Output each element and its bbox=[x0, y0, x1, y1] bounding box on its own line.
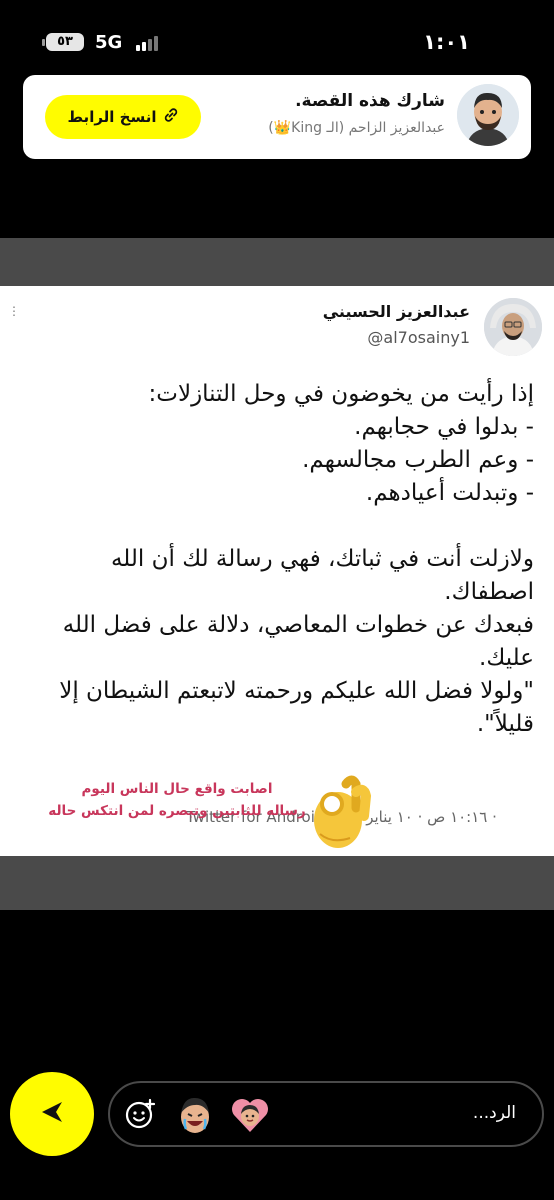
tweet-line: عليك. bbox=[479, 645, 534, 671]
more-icon: ⋮ bbox=[8, 304, 21, 318]
tweet-line: "ولولا فضل الله عليكم ورحمته لاتبعتم الش… bbox=[59, 678, 534, 704]
caption-line-1: اصابت واقع حال الناس اليوم bbox=[81, 781, 273, 797]
reply-placeholder: الرد... bbox=[472, 1103, 516, 1123]
tweet-screenshot: ⋮ عبدالعزيز الحسيني @al7osainy1 إذا رأيت… bbox=[0, 286, 554, 856]
tweet-line: إذا رأيت من يخوضون في وحل التنازلات: bbox=[148, 381, 534, 407]
copy-link-label: انسخ الرابط bbox=[67, 108, 157, 126]
tweet-author-name: عبدالعزيز الحسيني bbox=[322, 302, 470, 321]
tweet-line: فبعدك عن خطوات المعاصي، دلالة على فضل ال… bbox=[62, 612, 534, 638]
share-title: شارك هذه القصة. bbox=[295, 91, 445, 111]
bitmoji-avatar bbox=[457, 84, 519, 146]
tweet-line: قليلاً". bbox=[476, 711, 534, 737]
tweet-line: ولازلت أنت في ثباتك، فهي رسالة لك أن الل… bbox=[110, 546, 534, 572]
tweet-body: إذا رأيت من يخوضون في وحل التنازلات: - ب… bbox=[14, 378, 534, 741]
bitmoji-heart-sticker[interactable] bbox=[230, 1095, 270, 1135]
caption-line-2: رساله للثابتين وتبصره لمن انتكس حاله bbox=[48, 803, 306, 819]
reply-input[interactable]: الرد... bbox=[108, 1081, 544, 1147]
tweet-line: - وتبدلت أعيادهم. bbox=[365, 480, 534, 506]
story-content[interactable]: ⋮ عبدالعزيز الحسيني @al7osainy1 إذا رأيت… bbox=[0, 238, 554, 910]
network-type: 5G bbox=[95, 32, 123, 53]
link-icon bbox=[163, 107, 179, 127]
tweet-line: اصطفاك. bbox=[444, 579, 534, 605]
sticker-icon[interactable] bbox=[124, 1098, 156, 1130]
tweet-author-avatar bbox=[484, 298, 542, 356]
signal-icon bbox=[136, 36, 160, 51]
ok-hand-emoji bbox=[302, 774, 374, 854]
tweet-line: - بدلوا في حجابهم. bbox=[354, 414, 534, 440]
send-icon bbox=[38, 1098, 66, 1130]
share-story-card: شارك هذه القصة. عبدالعزيز الزاحم (الـ Ki… bbox=[23, 75, 531, 159]
story-caption: اصابت واقع حال الناس اليوم رساله للثابتي… bbox=[46, 778, 308, 822]
battery-nub bbox=[42, 39, 45, 46]
share-subtitle: عبدالعزيز الزاحم (الـ King👑) bbox=[268, 120, 445, 136]
copy-link-button[interactable]: انسخ الرابط bbox=[45, 95, 201, 139]
tweet-author-handle: @al7osainy1 bbox=[367, 328, 470, 347]
status-bar: ٥٣ 5G ١:٠١ bbox=[0, 0, 554, 80]
battery-icon: ٥٣ bbox=[46, 33, 84, 51]
bitmoji-laugh-sticker[interactable] bbox=[176, 1095, 214, 1135]
status-time: ١:٠١ bbox=[423, 30, 470, 54]
send-button[interactable] bbox=[10, 1072, 94, 1156]
tweet-line: - وعم الطرب مجالسهم. bbox=[302, 447, 534, 473]
